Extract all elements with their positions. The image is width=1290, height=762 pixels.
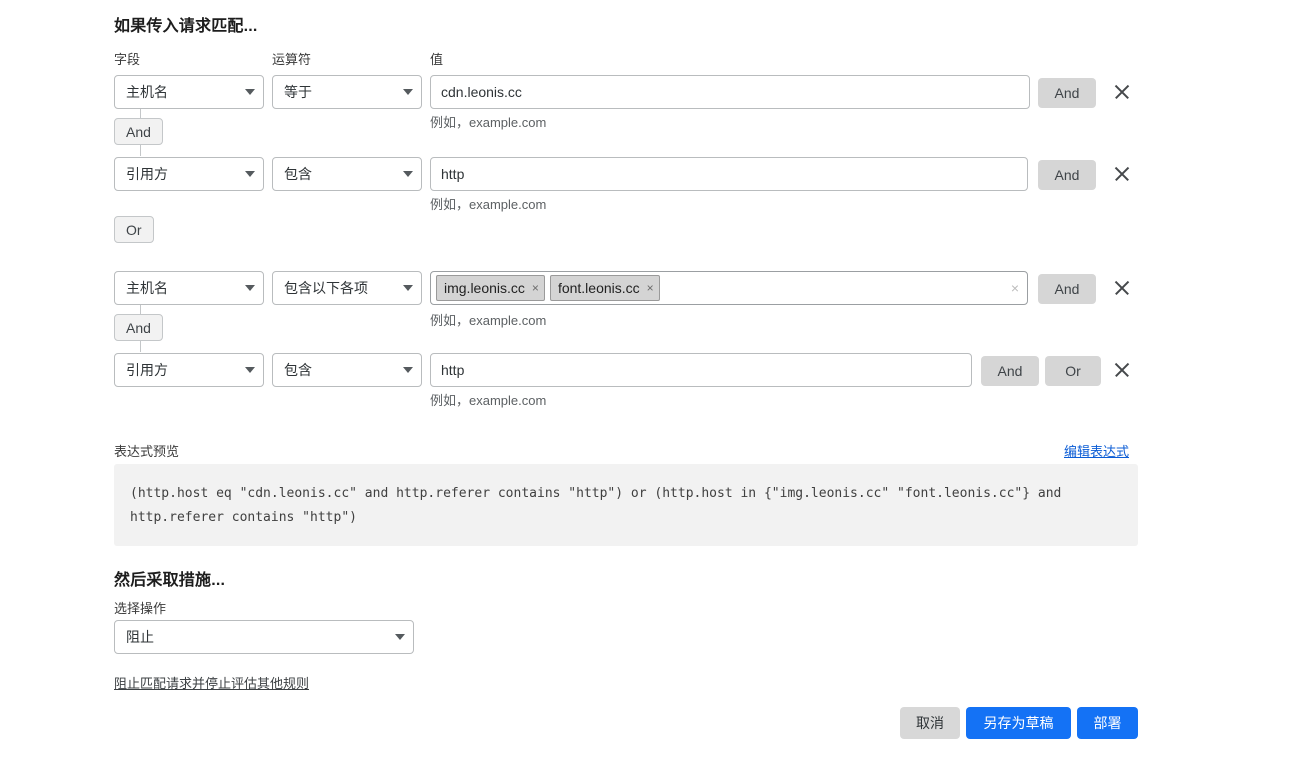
connector-line-bottom-2: [140, 341, 141, 352]
edit-expression-link[interactable]: 编辑表达式: [1064, 441, 1129, 460]
rule-value-input-2[interactable]: http: [430, 157, 1028, 191]
chevron-down-icon: [245, 171, 255, 177]
rule-operator-select-1[interactable]: 等于: [272, 75, 422, 109]
rule-value-chip-input-3[interactable]: img.leonis.cc × font.leonis.cc × ×: [430, 271, 1028, 305]
rule-value-input-1[interactable]: cdn.leonis.cc: [430, 75, 1030, 109]
rule-delete-icon-3[interactable]: [1112, 278, 1132, 298]
rule-field-select-3-value: 主机名: [126, 280, 168, 296]
rule-value-helper-4: 例如，example.com: [430, 393, 547, 408]
rule-and-button-4[interactable]: And: [981, 356, 1039, 386]
rule-field-select-4-value: 引用方: [126, 362, 168, 378]
rule-operator-select-4[interactable]: 包含: [272, 353, 422, 387]
chevron-down-icon: [403, 89, 413, 95]
rule-value-helper-2: 例如，example.com: [430, 197, 547, 212]
action-select-value: 阻止: [126, 629, 154, 645]
rule-value-input-1-value: cdn.leonis.cc: [441, 84, 522, 100]
action-select[interactable]: 阻止: [114, 620, 414, 654]
chevron-down-icon: [403, 285, 413, 291]
rule-and-button-1[interactable]: And: [1038, 78, 1096, 108]
expression-preview-label: 表达式预览: [114, 444, 180, 459]
save-draft-button[interactable]: 另存为草稿: [966, 707, 1071, 739]
connector-line-bottom-1: [140, 145, 141, 156]
rule-operator-select-2[interactable]: 包含: [272, 157, 422, 191]
rule-operator-select-4-value: 包含: [284, 362, 312, 378]
rule-value-helper-3: 例如，example.com: [430, 313, 547, 328]
rule-operator-select-1-value: 等于: [284, 84, 312, 100]
rule-field-select-2-value: 引用方: [126, 166, 168, 182]
column-header-field: 字段: [114, 52, 141, 67]
group-connector-or-1[interactable]: Or: [114, 216, 154, 243]
chip-remove-icon[interactable]: ×: [532, 282, 539, 294]
rule-field-select-3[interactable]: 主机名: [114, 271, 264, 305]
rule-field-select-1[interactable]: 主机名: [114, 75, 264, 109]
chevron-down-icon: [403, 171, 413, 177]
action-select-label: 选择操作: [114, 601, 167, 616]
deploy-button[interactable]: 部署: [1077, 707, 1138, 739]
chevron-down-icon: [245, 285, 255, 291]
rule-delete-icon-1[interactable]: [1112, 82, 1132, 102]
connector-line-top-2: [140, 305, 141, 314]
page-title-match: 如果传入请求匹配...: [114, 18, 258, 35]
rule-and-button-2[interactable]: And: [1038, 160, 1096, 190]
value-chip[interactable]: img.leonis.cc ×: [436, 275, 545, 301]
rule-delete-icon-4[interactable]: [1112, 360, 1132, 380]
rule-value-input-4[interactable]: http: [430, 353, 972, 387]
firewall-rule-editor: 如果传入请求匹配... 字段 运算符 值 主机名 等于 cdn.leonis.c…: [0, 0, 1290, 762]
value-chip-label: img.leonis.cc: [444, 280, 525, 296]
action-description[interactable]: 阻止匹配请求并停止评估其他规则: [114, 673, 309, 692]
clear-all-icon[interactable]: ×: [1011, 281, 1021, 295]
rule-field-select-4[interactable]: 引用方: [114, 353, 264, 387]
rule-value-input-2-value: http: [441, 166, 465, 182]
rule-or-button-4[interactable]: Or: [1045, 356, 1101, 386]
chip-remove-icon[interactable]: ×: [647, 282, 654, 294]
rule-and-button-3[interactable]: And: [1038, 274, 1096, 304]
rule-operator-select-2-value: 包含: [284, 166, 312, 182]
rule-value-input-4-value: http: [441, 362, 465, 378]
connector-line-top-1: [140, 109, 141, 118]
chevron-down-icon: [245, 367, 255, 373]
chevron-down-icon: [245, 89, 255, 95]
column-header-value: 值: [430, 52, 444, 67]
rule-value-helper-1: 例如，example.com: [430, 115, 547, 130]
cancel-button[interactable]: 取消: [900, 707, 960, 739]
chevron-down-icon: [395, 634, 405, 640]
group-connector-and-1[interactable]: And: [114, 118, 163, 145]
rule-field-select-2[interactable]: 引用方: [114, 157, 264, 191]
column-header-operator: 运算符: [272, 52, 312, 67]
expression-preview-box: (http.host eq "cdn.leonis.cc" and http.r…: [114, 464, 1138, 546]
chevron-down-icon: [403, 367, 413, 373]
expression-text: (http.host eq "cdn.leonis.cc" and http.r…: [130, 486, 1062, 525]
value-chip[interactable]: font.leonis.cc ×: [549, 275, 660, 301]
rule-operator-select-3-value: 包含以下各项: [284, 280, 368, 296]
rule-operator-select-3[interactable]: 包含以下各项: [272, 271, 422, 305]
group-connector-and-2[interactable]: And: [114, 314, 163, 341]
value-chip-label: font.leonis.cc: [557, 280, 640, 296]
page-title-action: 然后采取措施...: [114, 572, 226, 589]
rule-delete-icon-2[interactable]: [1112, 164, 1132, 184]
rule-field-select-1-value: 主机名: [126, 84, 168, 100]
